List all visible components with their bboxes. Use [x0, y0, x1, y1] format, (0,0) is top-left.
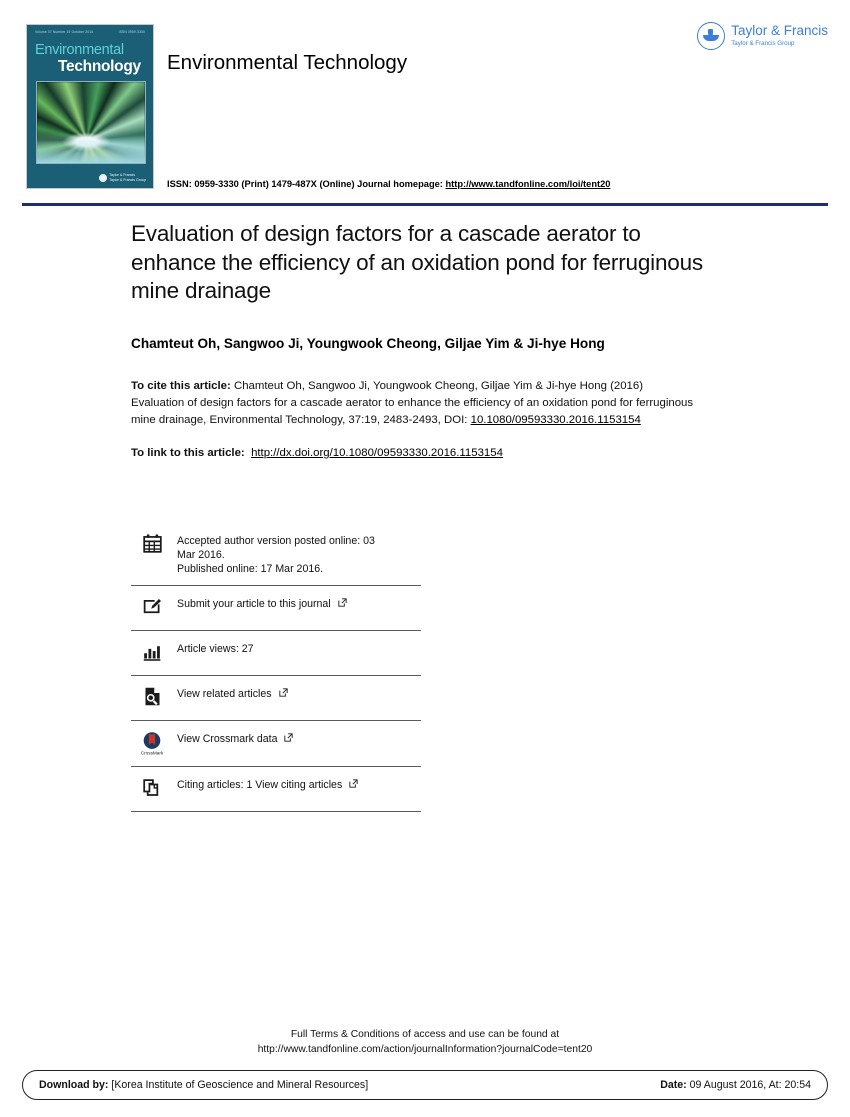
cover-publisher-text: Taylor & Francis Taylor & Francis Group — [109, 173, 146, 182]
metadata-label-related: View related articles — [177, 685, 289, 702]
crossmark-icon: CrossMark — [140, 730, 164, 757]
terms-line-2: http://www.tandfonline.com/action/journa… — [257, 1043, 593, 1055]
metadata-label-views: Article views: 27 — [177, 643, 254, 656]
taylor-francis-group: Taylor & Francis Group — [731, 40, 795, 48]
cover-title-line1: Environmental — [35, 42, 124, 58]
cover-publisher-mark-icon — [99, 173, 108, 182]
download-date-value: 09 August 2016, At: 20:54 — [686, 1079, 811, 1091]
cover-publisher-logo: Taylor & Francis Taylor & Francis Group — [99, 173, 146, 182]
cover-publisher-group: Taylor & Francis Group — [109, 177, 146, 182]
download-by: Download by: [Korea Institute of Geoscie… — [39, 1079, 368, 1091]
taylor-francis-logo[interactable]: Taylor & Francis Taylor & Francis Group — [697, 22, 828, 50]
taylor-francis-wordmark: Taylor & Francis Taylor & Francis Group — [731, 24, 828, 48]
external-link-icon — [348, 778, 359, 793]
article-header: Evaluation of design factors for a casca… — [131, 220, 731, 459]
journal-homepage-link[interactable]: http://www.tandfonline.com/loi/tent20 — [446, 179, 611, 189]
crossmark-text: View Crossmark data — [177, 733, 278, 746]
citing-articles-icon — [140, 776, 164, 798]
submit-article-text: Submit your article to this journal — [177, 598, 331, 611]
masthead-divider — [22, 203, 828, 206]
cite-label: To cite this article: — [131, 379, 231, 392]
metadata-row-related-articles[interactable]: View related articles — [131, 676, 421, 722]
download-date-label: Date: — [660, 1079, 687, 1091]
metadata-row-publication-dates: Accepted author version posted online: 0… — [131, 528, 421, 587]
article-cover-page: Volume 37 Number 19 October 2016 ISSN 09… — [0, 0, 850, 1117]
accepted-date-line1: Accepted author version posted online: 0… — [177, 535, 375, 547]
metadata-label-crossmark: View Crossmark data — [177, 730, 294, 747]
footer-terms: Full Terms & Conditions of access and us… — [0, 1028, 850, 1058]
taylor-francis-mark-icon — [697, 22, 726, 50]
article-metadata-list: Accepted author version posted online: 0… — [131, 528, 421, 813]
journal-cover-thumbnail[interactable]: Volume 37 Number 19 October 2016 ISSN 09… — [26, 24, 154, 189]
download-by-value: [Korea Institute of Geoscience and Miner… — [108, 1079, 369, 1091]
metadata-row-citing-articles[interactable]: Citing articles: 1 View citing articles — [131, 767, 421, 813]
download-by-label: Download by: — [39, 1079, 109, 1091]
cover-artwork — [36, 81, 146, 164]
masthead: Volume 37 Number 19 October 2016 ISSN 09… — [0, 0, 850, 208]
bar-chart-icon — [140, 640, 164, 662]
pencil-submit-icon — [140, 595, 164, 617]
article-title: Evaluation of design factors for a casca… — [131, 221, 703, 304]
journal-title: Environmental Technology — [167, 51, 408, 74]
metadata-row-submit-article[interactable]: Submit your article to this journal — [131, 586, 421, 632]
external-link-icon — [278, 687, 289, 702]
link-label: To link to this article: — [131, 447, 245, 460]
related-articles-icon — [140, 685, 164, 707]
external-link-icon — [283, 732, 294, 747]
article-doi-url-link[interactable]: http://dx.doi.org/10.1080/09593330.2016.… — [251, 447, 503, 459]
issn-text: ISSN: 0959-3330 (Print) 1479-487X (Onlin… — [167, 179, 443, 189]
cover-top-metadata: Volume 37 Number 19 October 2016 ISSN 09… — [27, 30, 153, 34]
calendar-icon — [140, 532, 164, 554]
svg-text:CrossMark: CrossMark — [141, 751, 163, 756]
metadata-label-submit: Submit your article to this journal — [177, 595, 348, 612]
issn-homepage-line: ISSN: 0959-3330 (Print) 1479-487X (Onlin… — [167, 179, 610, 189]
cover-haze-overlay — [37, 133, 145, 163]
article-authors: Chamteut Oh, Sangwoo Ji, Youngwook Cheon… — [131, 335, 605, 351]
terms-line-1: Full Terms & Conditions of access and us… — [290, 1029, 560, 1040]
citation-block: To cite this article: Chamteut Oh, Sangw… — [131, 378, 699, 429]
related-articles-text: View related articles — [177, 688, 272, 701]
metadata-label-citing: Citing articles: 1 View citing articles — [177, 776, 359, 793]
link-to-article-block: To link to this article: http://dx.doi.o… — [131, 447, 731, 459]
accepted-date-line2: Mar 2016. — [177, 549, 225, 562]
cover-volume-text: Volume 37 Number 19 October 2016 — [35, 30, 94, 34]
external-link-icon — [337, 597, 348, 612]
download-info-bar: Download by: [Korea Institute of Geoscie… — [22, 1070, 828, 1100]
taylor-francis-name: Taylor & Francis — [731, 23, 828, 39]
cover-title-line2: Technology — [58, 58, 141, 75]
metadata-row-article-views: Article views: 27 — [131, 631, 421, 677]
citing-articles-text: Citing articles: 1 View citing articles — [177, 779, 343, 792]
published-date-line: Published online: 17 Mar 2016. — [177, 563, 324, 576]
metadata-label-dates: Accepted author version posted online: 0… — [177, 532, 375, 576]
metadata-row-crossmark[interactable]: CrossMark View Crossmark data — [131, 721, 421, 768]
download-date: Date: 09 August 2016, At: 20:54 — [660, 1079, 811, 1091]
doi-link[interactable]: 10.1080/09593330.2016.1153154 — [471, 414, 641, 426]
cover-issn-text: ISSN 0959-3330 — [118, 30, 145, 34]
